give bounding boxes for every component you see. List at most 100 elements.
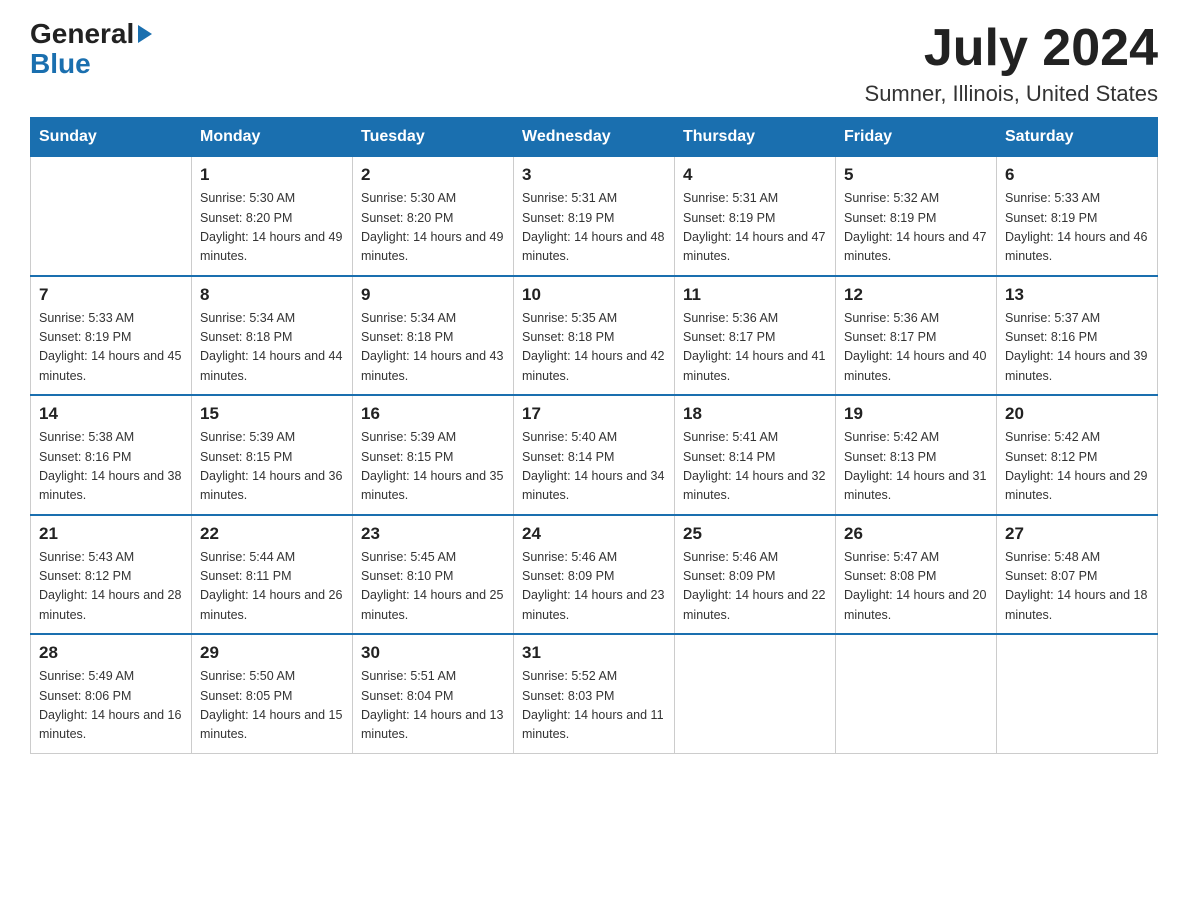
calendar-cell: 13Sunrise: 5:37 AM Sunset: 8:16 PM Dayli… xyxy=(997,276,1158,396)
day-number: 19 xyxy=(844,404,988,424)
calendar-cell: 21Sunrise: 5:43 AM Sunset: 8:12 PM Dayli… xyxy=(31,515,192,635)
day-info: Sunrise: 5:46 AM Sunset: 8:09 PM Dayligh… xyxy=(683,548,827,626)
calendar-cell: 18Sunrise: 5:41 AM Sunset: 8:14 PM Dayli… xyxy=(675,395,836,515)
day-number: 8 xyxy=(200,285,344,305)
day-info: Sunrise: 5:32 AM Sunset: 8:19 PM Dayligh… xyxy=(844,189,988,267)
day-number: 17 xyxy=(522,404,666,424)
day-info: Sunrise: 5:47 AM Sunset: 8:08 PM Dayligh… xyxy=(844,548,988,626)
title-block: July 2024 Sumner, Illinois, United State… xyxy=(865,20,1158,107)
calendar-week-row: 28Sunrise: 5:49 AM Sunset: 8:06 PM Dayli… xyxy=(31,634,1158,753)
calendar-cell: 17 Sunrise: 5:40 AM Sunset: 8:14 PM Dayli… xyxy=(514,395,675,515)
column-header-monday: Monday xyxy=(192,118,353,157)
calendar-cell: 10Sunrise: 5:35 AM Sunset: 8:18 PM Dayli… xyxy=(514,276,675,396)
calendar-cell xyxy=(836,634,997,753)
day-info: Sunrise: 5:51 AM Sunset: 8:04 PM Dayligh… xyxy=(361,667,505,745)
day-info: Sunrise: 5:39 AM Sunset: 8:15 PM Dayligh… xyxy=(200,428,344,506)
page-header: General Blue July 2024 Sumner, Illinois,… xyxy=(30,20,1158,107)
calendar-cell: 5 Sunrise: 5:32 AM Sunset: 8:19 PM Daylig… xyxy=(836,157,997,276)
column-header-thursday: Thursday xyxy=(675,118,836,157)
day-info: Sunrise: 5:44 AM Sunset: 8:11 PM Dayligh… xyxy=(200,548,344,626)
day-info: Sunrise: 5:40 AM Sunset: 8:14 PM Dayligh… xyxy=(522,428,666,506)
logo: General Blue xyxy=(30,20,152,80)
day-info: Sunrise: 5:34 AM Sunset: 8:18 PM Dayligh… xyxy=(361,309,505,387)
day-number: 29 xyxy=(200,643,344,663)
day-number: 9 xyxy=(361,285,505,305)
calendar-cell: 11Sunrise: 5:36 AM Sunset: 8:17 PM Dayli… xyxy=(675,276,836,396)
calendar-cell: 19 Sunrise: 5:42 AM Sunset: 8:13 PM Dayli… xyxy=(836,395,997,515)
calendar-cell xyxy=(675,634,836,753)
calendar-cell xyxy=(997,634,1158,753)
calendar-cell: 8 Sunrise: 5:34 AM Sunset: 8:18 PM Daylig… xyxy=(192,276,353,396)
calendar-week-row: 14 Sunrise: 5:38 AM Sunset: 8:16 PM Dayli… xyxy=(31,395,1158,515)
day-number: 24 xyxy=(522,524,666,544)
logo-general-text: General xyxy=(30,20,134,48)
day-info: Sunrise: 5:33 AM Sunset: 8:19 PM Dayligh… xyxy=(39,309,183,387)
day-info: Sunrise: 5:42 AM Sunset: 8:13 PM Dayligh… xyxy=(844,428,988,506)
day-number: 3 xyxy=(522,165,666,185)
calendar-cell: 28Sunrise: 5:49 AM Sunset: 8:06 PM Dayli… xyxy=(31,634,192,753)
calendar-cell: 2Sunrise: 5:30 AM Sunset: 8:20 PM Daylig… xyxy=(353,157,514,276)
day-info: Sunrise: 5:39 AM Sunset: 8:15 PM Dayligh… xyxy=(361,428,505,506)
day-number: 6 xyxy=(1005,165,1149,185)
calendar-cell xyxy=(31,157,192,276)
day-number: 26 xyxy=(844,524,988,544)
calendar-cell: 12 Sunrise: 5:36 AM Sunset: 8:17 PM Dayli… xyxy=(836,276,997,396)
calendar-cell: 9 Sunrise: 5:34 AM Sunset: 8:18 PM Daylig… xyxy=(353,276,514,396)
calendar-cell: 14 Sunrise: 5:38 AM Sunset: 8:16 PM Dayli… xyxy=(31,395,192,515)
day-number: 30 xyxy=(361,643,505,663)
day-info: Sunrise: 5:34 AM Sunset: 8:18 PM Dayligh… xyxy=(200,309,344,387)
day-number: 1 xyxy=(200,165,344,185)
day-info: Sunrise: 5:31 AM Sunset: 8:19 PM Dayligh… xyxy=(683,189,827,267)
day-info: Sunrise: 5:30 AM Sunset: 8:20 PM Dayligh… xyxy=(361,189,505,267)
column-header-friday: Friday xyxy=(836,118,997,157)
day-number: 28 xyxy=(39,643,183,663)
calendar-cell: 29Sunrise: 5:50 AM Sunset: 8:05 PM Dayli… xyxy=(192,634,353,753)
day-number: 10 xyxy=(522,285,666,305)
day-number: 4 xyxy=(683,165,827,185)
day-info: Sunrise: 5:52 AM Sunset: 8:03 PM Dayligh… xyxy=(522,667,666,745)
day-number: 14 xyxy=(39,404,183,424)
calendar-cell: 27 Sunrise: 5:48 AM Sunset: 8:07 PM Dayli… xyxy=(997,515,1158,635)
day-number: 13 xyxy=(1005,285,1149,305)
calendar-cell: 22 Sunrise: 5:44 AM Sunset: 8:11 PM Dayli… xyxy=(192,515,353,635)
calendar-week-row: 7Sunrise: 5:33 AM Sunset: 8:19 PM Daylig… xyxy=(31,276,1158,396)
calendar-cell: 15 Sunrise: 5:39 AM Sunset: 8:15 PM Dayli… xyxy=(192,395,353,515)
logo-blue-text: Blue xyxy=(30,48,91,80)
column-header-wednesday: Wednesday xyxy=(514,118,675,157)
day-info: Sunrise: 5:43 AM Sunset: 8:12 PM Dayligh… xyxy=(39,548,183,626)
day-info: Sunrise: 5:36 AM Sunset: 8:17 PM Dayligh… xyxy=(683,309,827,387)
day-number: 22 xyxy=(200,524,344,544)
logo-triangle-icon xyxy=(138,25,152,43)
location-label: Sumner, Illinois, United States xyxy=(865,81,1158,107)
day-info: Sunrise: 5:48 AM Sunset: 8:07 PM Dayligh… xyxy=(1005,548,1149,626)
day-number: 31 xyxy=(522,643,666,663)
day-info: Sunrise: 5:42 AM Sunset: 8:12 PM Dayligh… xyxy=(1005,428,1149,506)
day-number: 25 xyxy=(683,524,827,544)
day-number: 15 xyxy=(200,404,344,424)
calendar-cell: 23Sunrise: 5:45 AM Sunset: 8:10 PM Dayli… xyxy=(353,515,514,635)
day-number: 16 xyxy=(361,404,505,424)
calendar-table: SundayMondayTuesdayWednesdayThursdayFrid… xyxy=(30,117,1158,754)
column-header-tuesday: Tuesday xyxy=(353,118,514,157)
day-info: Sunrise: 5:45 AM Sunset: 8:10 PM Dayligh… xyxy=(361,548,505,626)
calendar-cell: 24 Sunrise: 5:46 AM Sunset: 8:09 PM Dayli… xyxy=(514,515,675,635)
day-number: 27 xyxy=(1005,524,1149,544)
day-info: Sunrise: 5:38 AM Sunset: 8:16 PM Dayligh… xyxy=(39,428,183,506)
calendar-cell: 1 Sunrise: 5:30 AM Sunset: 8:20 PM Daylig… xyxy=(192,157,353,276)
day-number: 5 xyxy=(844,165,988,185)
day-number: 12 xyxy=(844,285,988,305)
column-header-sunday: Sunday xyxy=(31,118,192,157)
calendar-week-row: 1 Sunrise: 5:30 AM Sunset: 8:20 PM Daylig… xyxy=(31,157,1158,276)
day-info: Sunrise: 5:30 AM Sunset: 8:20 PM Dayligh… xyxy=(200,189,344,267)
day-info: Sunrise: 5:31 AM Sunset: 8:19 PM Dayligh… xyxy=(522,189,666,267)
day-info: Sunrise: 5:33 AM Sunset: 8:19 PM Dayligh… xyxy=(1005,189,1149,267)
calendar-week-row: 21Sunrise: 5:43 AM Sunset: 8:12 PM Dayli… xyxy=(31,515,1158,635)
calendar-cell: 30 Sunrise: 5:51 AM Sunset: 8:04 PM Dayli… xyxy=(353,634,514,753)
day-info: Sunrise: 5:46 AM Sunset: 8:09 PM Dayligh… xyxy=(522,548,666,626)
day-info: Sunrise: 5:36 AM Sunset: 8:17 PM Dayligh… xyxy=(844,309,988,387)
column-header-saturday: Saturday xyxy=(997,118,1158,157)
calendar-cell: 4 Sunrise: 5:31 AM Sunset: 8:19 PM Daylig… xyxy=(675,157,836,276)
calendar-cell: 25 Sunrise: 5:46 AM Sunset: 8:09 PM Dayli… xyxy=(675,515,836,635)
calendar-cell: 7Sunrise: 5:33 AM Sunset: 8:19 PM Daylig… xyxy=(31,276,192,396)
calendar-cell: 20Sunrise: 5:42 AM Sunset: 8:12 PM Dayli… xyxy=(997,395,1158,515)
